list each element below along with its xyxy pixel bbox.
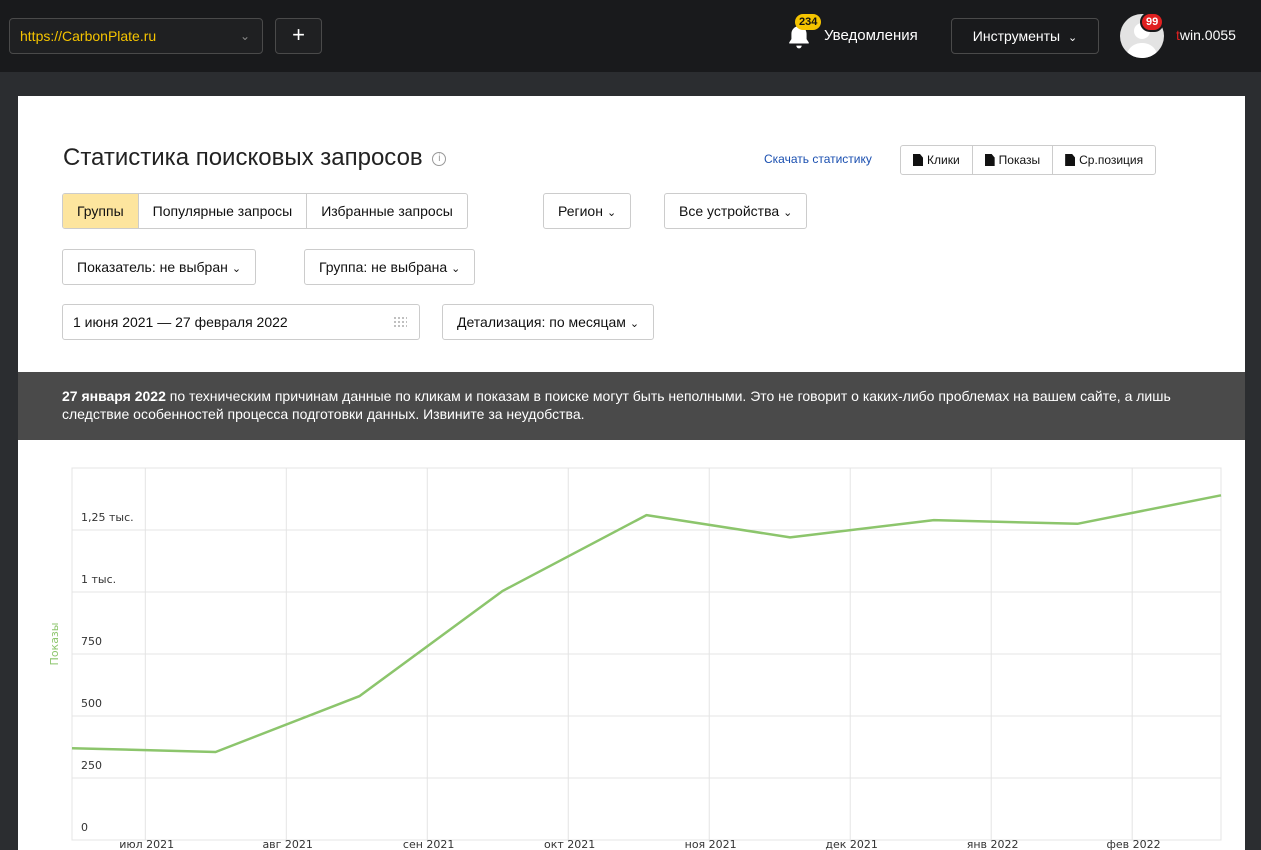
page-title-text: Статистика поисковых запросов — [63, 144, 423, 171]
x-tick-label: янв 2022 — [967, 838, 1019, 850]
chart-svg: 0 250 500 750 1 тыс. 1,25 тыс. июл 2021 авг 202… — [48, 467, 1222, 850]
download-buttons: Клики Показы Ср.позиция — [900, 145, 1157, 175]
username-rest: win.0055 — [1179, 27, 1236, 43]
x-tick-label: ноя 2021 — [685, 838, 737, 850]
region-dropdown[interactable]: Регион ⌄ — [543, 193, 632, 229]
notifications-label: Уведомления — [824, 27, 918, 44]
devices-dropdown[interactable]: Все устройства ⌄ — [664, 193, 808, 229]
chevron-down-icon: ⌄ — [606, 207, 617, 219]
tab-popular-queries[interactable]: Популярные запросы — [137, 194, 307, 228]
add-site-button[interactable]: + — [275, 18, 322, 54]
download-avg-position-label: Ср.позиция — [1079, 153, 1144, 167]
detail-dropdown[interactable]: Детализация: по месяцам ⌄ — [442, 304, 655, 340]
x-tick-label: июл 2021 — [119, 838, 174, 850]
view-tabs: Группы Популярные запросы Избранные запр… — [62, 193, 468, 229]
download-clicks-label: Клики — [927, 153, 960, 167]
date-range-value: 1 июня 2021 — 27 февраля 2022 — [73, 314, 288, 330]
chevron-down-icon: ⌄ — [239, 29, 250, 43]
document-icon — [984, 154, 995, 166]
filters-card: Статистика поисковых запросов i Скачать … — [18, 96, 1245, 372]
metric-dropdown[interactable]: Показатель: не выбран ⌄ — [62, 249, 257, 285]
x-tick-label: авг 2021 — [262, 838, 313, 850]
date-range-input[interactable]: 1 июня 2021 — 27 февраля 2022 — [62, 304, 420, 340]
download-impressions-button[interactable]: Показы — [971, 146, 1052, 174]
x-tick-label: дек 2021 — [825, 838, 878, 850]
page-title: Статистика поисковых запросов i — [63, 144, 447, 172]
tools-dropdown[interactable]: Инструменты ⌄ — [951, 18, 1099, 54]
y-axis-title: Показы — [48, 623, 61, 666]
notice-text: по техническим причинам данные по кликам… — [62, 388, 1171, 422]
y-tick-label: 500 — [81, 697, 102, 710]
download-statistics-link[interactable]: Скачать статистику — [764, 152, 872, 166]
chevron-down-icon: ⌄ — [231, 263, 242, 275]
username[interactable]: twin.0055 — [1176, 27, 1236, 43]
y-tick-label: 750 — [81, 635, 102, 648]
region-label: Регион — [558, 203, 603, 219]
group-label: Группа: не выбрана — [319, 259, 448, 275]
x-tick-label: сен 2021 — [403, 838, 455, 850]
document-icon — [1065, 154, 1076, 166]
impressions-series-line — [71, 494, 1222, 754]
chevron-down-icon: ⌄ — [783, 207, 793, 219]
download-avg-position-button[interactable]: Ср.позиция — [1052, 146, 1155, 174]
y-tick-label: 1 тыс. — [81, 573, 116, 586]
chevron-down-icon: ⌄ — [629, 318, 640, 330]
x-tick-label: окт 2021 — [544, 838, 595, 850]
impressions-chart: 0 250 500 750 1 тыс. 1,25 тыс. июл 2021 авг 202… — [18, 440, 1245, 850]
y-tick-label: 0 — [81, 821, 88, 834]
tab-favorite-queries[interactable]: Избранные запросы — [306, 194, 467, 228]
notice-date: 27 января 2022 — [62, 388, 166, 404]
download-clicks-button[interactable]: Клики — [901, 146, 972, 174]
tools-label: Инструменты — [972, 28, 1061, 44]
notifications-count-badge: 234 — [795, 14, 822, 30]
chevron-down-icon: ⌄ — [1067, 32, 1078, 44]
site-select[interactable]: https://CarbonPlate.ru ⌄ — [9, 18, 263, 54]
tab-groups[interactable]: Группы — [63, 194, 138, 228]
data-notice-banner: 27 января 2022 по техническим причинам д… — [18, 372, 1245, 440]
chevron-down-icon: ⌄ — [451, 263, 461, 275]
group-dropdown[interactable]: Группа: не выбрана ⌄ — [304, 249, 476, 285]
metric-label: Показатель: не выбран — [77, 259, 228, 275]
y-tick-label: 1,25 тыс. — [81, 511, 134, 524]
download-impressions-label: Показы — [998, 153, 1041, 167]
top-bar: https://CarbonPlate.ru ⌄ + 234 Уведомлен… — [0, 0, 1261, 72]
devices-label: Все устройства — [679, 203, 780, 219]
document-icon — [913, 154, 923, 166]
x-tick-label: фев 2022 — [1107, 838, 1161, 850]
detail-label: Детализация: по месяцам — [457, 314, 626, 330]
avatar-count-badge: 99 — [1140, 12, 1165, 32]
site-url: https://CarbonPlate.ru — [20, 28, 157, 44]
info-icon[interactable]: i — [432, 151, 447, 166]
y-tick-label: 250 — [81, 759, 102, 772]
calendar-icon[interactable] — [393, 316, 407, 328]
